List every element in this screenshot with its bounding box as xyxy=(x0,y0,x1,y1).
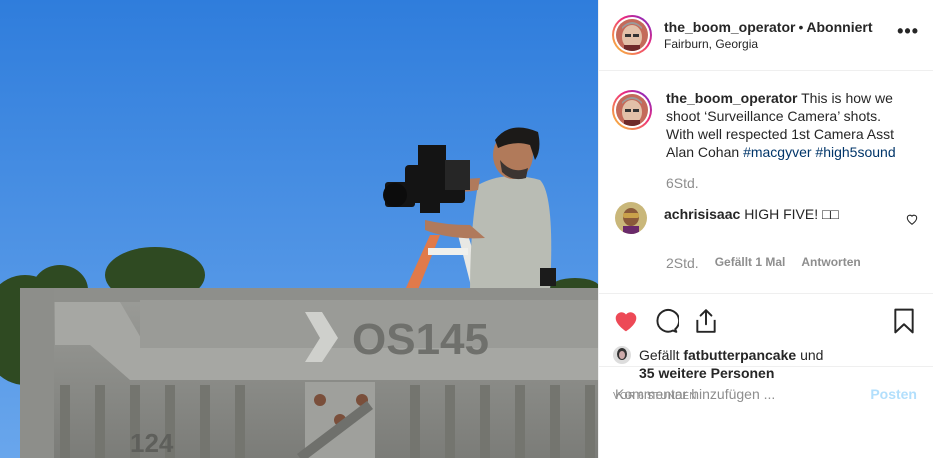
author-face-icon xyxy=(616,19,648,51)
post-photo[interactable]: OS145 124 xyxy=(0,0,598,458)
comment-input[interactable] xyxy=(615,386,871,402)
bookmark-icon[interactable] xyxy=(891,308,917,334)
caption-time[interactable]: 6Std. xyxy=(666,175,919,191)
caption-face-icon xyxy=(616,94,648,126)
comments-section: the_boom_operator This is how we shoot ‘… xyxy=(599,71,933,293)
reply-button[interactable]: Antworten xyxy=(801,255,860,271)
hashtag-macgyver[interactable]: #macgyver xyxy=(743,144,811,160)
container-marking: OS145 xyxy=(352,315,489,364)
likes-conjunction: und xyxy=(800,347,824,363)
like-heart-icon[interactable] xyxy=(613,308,639,334)
commenter-avatar[interactable] xyxy=(615,202,647,234)
post-comment-button[interactable]: Posten xyxy=(870,386,917,402)
comment-meta: 2Std. Gefällt 1 Mal Antworten xyxy=(666,255,919,271)
post-side-panel: the_boom_operator • Abonniert Fairburn, Ge… xyxy=(598,0,933,458)
comment-item: achrisisaac HIGH FIVE! □□ xyxy=(612,202,919,234)
liker-face-icon xyxy=(613,346,631,364)
comment-bubble-icon[interactable] xyxy=(653,308,679,334)
likes-prefix: Gefällt xyxy=(639,347,680,363)
separator-dot: • xyxy=(798,19,804,35)
liker-avatar[interactable] xyxy=(613,346,631,364)
liker-username[interactable]: fatbutterpancake xyxy=(683,347,796,363)
shipping-container: OS145 124 xyxy=(20,288,598,458)
author-avatar[interactable] xyxy=(612,15,652,55)
post-location[interactable]: Fairburn, Georgia xyxy=(664,36,897,52)
comment-likes[interactable]: Gefällt 1 Mal xyxy=(715,255,786,271)
post-header: the_boom_operator • Abonniert Fairburn, Ge… xyxy=(599,0,933,71)
caption: the_boom_operator This is how we shoot ‘… xyxy=(612,89,919,161)
commenter-username[interactable]: achrisisaac xyxy=(664,206,740,222)
post-actions: Gefällt fatbutterpancake und 35 weitere … xyxy=(599,293,933,421)
caption-username[interactable]: the_boom_operator xyxy=(666,90,797,106)
like-comment-heart-icon[interactable] xyxy=(905,212,919,226)
photo-illustration: OS145 124 xyxy=(0,0,598,458)
hashtag-high5sound[interactable]: #high5sound xyxy=(815,144,895,160)
add-comment-bar: Posten xyxy=(599,366,933,421)
author-username[interactable]: the_boom_operator xyxy=(664,19,795,35)
container-code: 124 xyxy=(130,428,174,458)
comment-text: HIGH FIVE! □□ xyxy=(744,206,839,222)
share-icon[interactable] xyxy=(693,308,719,334)
commenter-face-icon xyxy=(615,202,647,234)
follow-status[interactable]: Abonniert xyxy=(806,19,872,35)
more-options-icon[interactable]: ••• xyxy=(897,22,919,44)
comment-time[interactable]: 2Std. xyxy=(666,255,699,271)
caption-author-avatar[interactable] xyxy=(612,90,652,130)
